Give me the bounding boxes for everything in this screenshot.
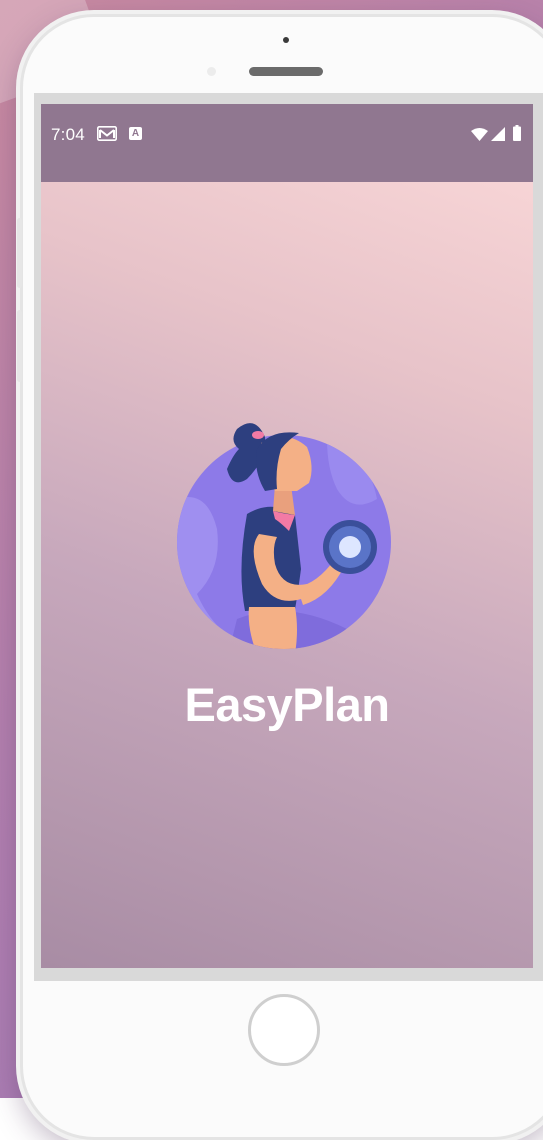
status-bar: 7:04 A — [41, 104, 533, 182]
app-name: EasyPlan — [184, 678, 390, 731]
wifi-icon — [471, 128, 488, 141]
volume-down-button — [17, 310, 22, 382]
status-time: 7:04 — [51, 125, 85, 144]
app-screen: 7:04 A EasyPlan — [41, 104, 533, 968]
volume-up-button — [17, 218, 22, 288]
home-button[interactable] — [248, 994, 320, 1066]
battery-icon — [513, 125, 521, 141]
woman-lifting-dumbbell-icon — [177, 423, 391, 649]
front-sensor — [283, 37, 289, 43]
a-notification-icon: A — [129, 127, 142, 140]
earpiece-speaker — [249, 67, 323, 76]
signal-icon — [491, 127, 505, 141]
front-camera — [207, 67, 216, 76]
gmail-icon — [97, 126, 117, 141]
